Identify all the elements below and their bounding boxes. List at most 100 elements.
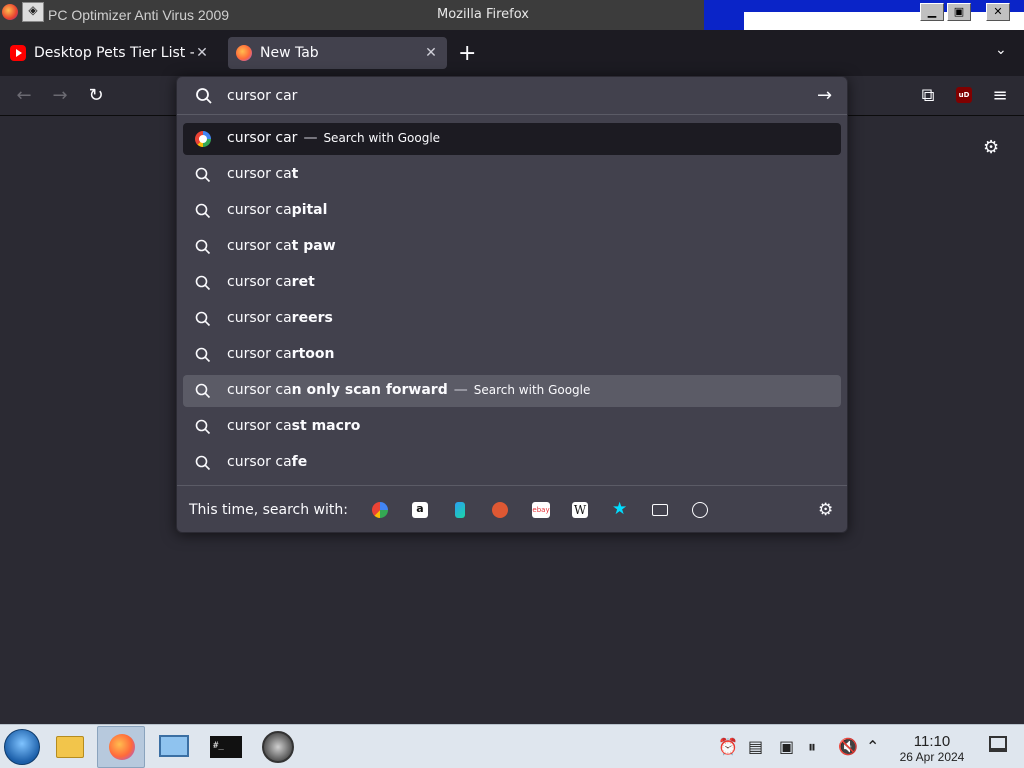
suggestion-row[interactable]: cursor cat xyxy=(183,159,841,191)
updates-icon[interactable]: ▤ xyxy=(748,737,763,756)
suggestion-action: Search with Google xyxy=(323,131,441,145)
suggestion-typed: cursor ca xyxy=(227,454,292,470)
notifications-icon[interactable]: ⏰ xyxy=(718,737,738,756)
media-player-icon[interactable]: ⏸ xyxy=(808,737,816,757)
suggestion-completion: ret xyxy=(291,274,315,290)
suggestion-completion: n only scan forward xyxy=(291,382,448,398)
show-desktop-icon[interactable] xyxy=(989,736,1007,752)
search-icon xyxy=(195,239,211,255)
search-settings-gear-icon[interactable]: ⚙ xyxy=(818,500,833,520)
urlbar-input-row: → xyxy=(177,77,847,115)
suggestion-typed: cursor ca xyxy=(227,382,292,398)
urlbar-input[interactable] xyxy=(227,84,787,108)
suggestion-completion: fe xyxy=(291,454,308,470)
tab-new-tab[interactable]: New Tab ✕ xyxy=(228,37,447,69)
suggestion-completion: rtoon xyxy=(291,346,335,362)
suggestion-dash: — xyxy=(453,382,468,398)
suggestion-row[interactable]: cursor capital xyxy=(183,195,841,227)
ebay-engine-icon[interactable]: ebay xyxy=(532,502,550,518)
close-tab-icon[interactable]: ✕ xyxy=(423,45,439,61)
urlbar-dropdown: → cursor car—Search with Googlecursor ca… xyxy=(176,76,848,533)
history-icon[interactable] xyxy=(692,502,708,518)
start-menu-button[interactable] xyxy=(4,729,40,765)
suggestion-text: cursor caret xyxy=(227,274,315,290)
clipboard-icon[interactable]: ▣ xyxy=(779,737,794,756)
go-arrow-icon[interactable]: → xyxy=(817,85,832,106)
search-icon xyxy=(195,455,211,471)
reload-button[interactable]: ↻ xyxy=(84,84,108,108)
suggestion-text: cursor cartoon xyxy=(227,346,334,362)
suggestion-typed: cursor ca xyxy=(227,346,292,362)
ublock-origin-icon[interactable]: uD xyxy=(956,87,972,103)
google-engine-icon[interactable] xyxy=(372,502,388,518)
suggestion-completion: pital xyxy=(291,202,328,218)
wikipedia-engine-icon[interactable]: W xyxy=(572,502,588,518)
suggestion-row[interactable]: cursor cat paw xyxy=(183,231,841,263)
maximize-button[interactable]: ▣ xyxy=(947,3,971,21)
suggestion-typed: cursor ca xyxy=(227,202,292,218)
suggestion-typed: cursor ca xyxy=(227,166,292,182)
show-hidden-icons-chevron-icon[interactable]: ⌃ xyxy=(866,737,879,756)
youtube-icon xyxy=(10,45,26,61)
suggestion-row[interactable]: cursor caret xyxy=(183,267,841,299)
suggestion-text: cursor cat xyxy=(227,166,298,182)
background-window-art xyxy=(704,0,1024,30)
suggestion-text: cursor car — Search with Google xyxy=(227,130,440,146)
suggestion-typed: cursor ca xyxy=(227,274,292,290)
app-menu-icon[interactable]: ≡ xyxy=(988,84,1012,108)
clock[interactable]: 11:10 26 Apr 2024 xyxy=(894,733,970,764)
suggestion-text: cursor cast macro xyxy=(227,418,360,434)
system-monitor-taskbar-icon[interactable] xyxy=(254,726,302,768)
google-icon xyxy=(195,131,211,147)
suggestion-dash: — xyxy=(303,130,318,146)
tab-bar: Desktop Pets Tier List - Y ✕ New Tab ✕ xyxy=(0,30,1024,76)
search-with-label: This time, search with: xyxy=(189,502,348,518)
tab-label: New Tab xyxy=(260,45,319,61)
system-settings-taskbar-icon[interactable] xyxy=(150,726,198,768)
search-icon xyxy=(195,275,211,291)
extensions-icon[interactable]: ⧉ xyxy=(916,84,940,108)
search-icon xyxy=(195,347,211,363)
window-titlebar: ◈ PC Optimizer Anti Virus 2009 Mozilla F… xyxy=(0,0,1024,30)
file-manager-taskbar-icon[interactable] xyxy=(46,726,94,768)
suggestion-text: cursor capital xyxy=(227,202,327,218)
suggestion-row[interactable]: cursor car — Search with Google xyxy=(183,123,841,155)
search-icon xyxy=(195,419,211,435)
customize-new-tab-gear-icon[interactable]: ⚙ xyxy=(983,137,999,158)
suggestion-text: cursor cafe xyxy=(227,454,307,470)
suggestion-typed: cursor ca xyxy=(227,238,292,254)
bookmarks-icon[interactable]: ★ xyxy=(612,501,628,518)
search-icon xyxy=(196,88,212,104)
list-all-tabs-icon[interactable]: ⌄ xyxy=(995,42,1007,58)
tab-desktop-pets[interactable]: Desktop Pets Tier List - Y ✕ xyxy=(2,37,218,69)
suggestion-completion: reers xyxy=(291,310,333,326)
minimize-button[interactable]: ▁ xyxy=(920,3,944,21)
duckduckgo-engine-icon[interactable] xyxy=(492,502,508,518)
suggestion-completion: t paw xyxy=(291,238,336,254)
terminal-taskbar-icon[interactable]: #_ xyxy=(202,726,250,768)
forward-button[interactable]: → xyxy=(48,84,72,108)
suggestion-text: cursor careers xyxy=(227,310,333,326)
suggestion-row[interactable]: cursor cafe xyxy=(183,447,841,479)
close-window-button[interactable]: ✕ xyxy=(986,3,1010,21)
back-button[interactable]: ← xyxy=(12,84,36,108)
suggestion-text: cursor can only scan forward — Search with… xyxy=(227,382,590,398)
suggestion-typed: cursor ca xyxy=(227,418,292,434)
suggestion-text: cursor cat paw xyxy=(227,238,336,254)
bing-engine-icon[interactable] xyxy=(455,502,465,518)
suggestion-row[interactable]: cursor can only scan forward — Search with… xyxy=(183,375,841,407)
suggestion-action: Search with Google xyxy=(473,383,591,397)
volume-muted-icon[interactable]: 🔇 xyxy=(838,737,858,756)
suggestion-row[interactable]: cursor careers xyxy=(183,303,841,335)
search-icon xyxy=(195,167,211,183)
amazon-engine-icon[interactable]: a xyxy=(412,502,428,518)
close-tab-icon[interactable]: ✕ xyxy=(194,45,210,61)
tabs-icon[interactable] xyxy=(652,504,668,516)
search-icon xyxy=(195,311,211,327)
suggestion-row[interactable]: cursor cast macro xyxy=(183,411,841,443)
suggestion-row[interactable]: cursor cartoon xyxy=(183,339,841,371)
suggestion-completion: t xyxy=(291,166,299,182)
firefox-taskbar-icon[interactable] xyxy=(97,726,145,768)
new-tab-button[interactable]: + xyxy=(458,41,476,66)
suggestion-completion: st macro xyxy=(291,418,361,434)
